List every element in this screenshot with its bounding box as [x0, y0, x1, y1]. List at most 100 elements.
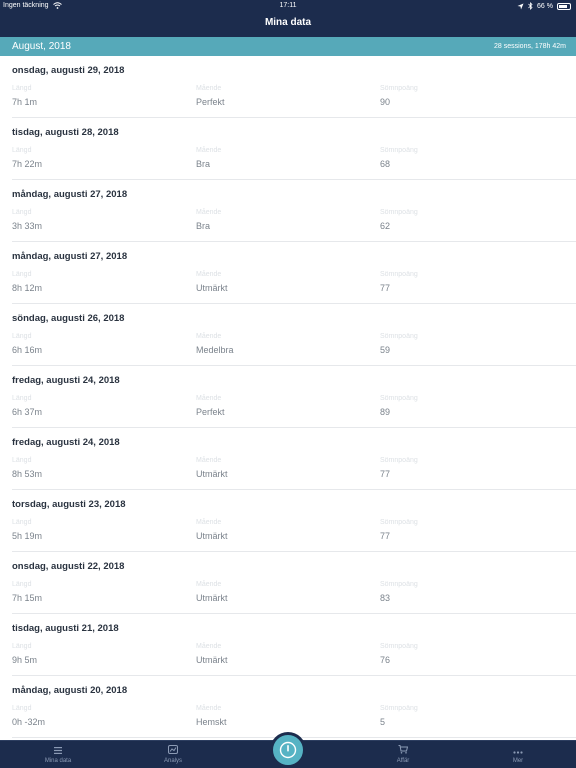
power-icon: [279, 741, 297, 759]
mood-value: Utmärkt: [196, 531, 228, 541]
cart-icon: [363, 741, 443, 755]
score-column: Sömnpoäng 90: [380, 85, 418, 107]
month-title: August, 2018: [12, 41, 71, 52]
page-title: Mina data: [264, 17, 312, 28]
score-value: 76: [380, 655, 391, 665]
session-row[interactable]: söndag, augusti 26, 2018 Längd 6h 16m Måend…: [12, 304, 576, 366]
chart-icon: [133, 741, 213, 755]
tab-label: Mina data: [44, 758, 72, 764]
session-row[interactable]: måndag, augusti 20, 2018 Längd 0h -32m Måen…: [12, 676, 576, 738]
session-row[interactable]: fredag, augusti 24, 2018 Längd 8h 53m Måend…: [12, 428, 576, 490]
mood-label: Mående: [196, 271, 222, 278]
mood-column: Mående Utmärkt: [196, 581, 228, 603]
score-label: Sömnpoäng: [380, 643, 418, 650]
mood-label: Mående: [196, 85, 222, 92]
battery-percent: 66 %: [537, 2, 553, 10]
session-row[interactable]: måndag, augusti 27, 2018 Längd 3h 33m Måend…: [12, 180, 576, 242]
tab-analysis[interactable]: Analys: [133, 741, 213, 768]
mood-value: Utmärkt: [196, 593, 228, 603]
length-label: Längd: [12, 395, 32, 402]
length-label: Längd: [12, 457, 32, 464]
status-bar: Ingen täckning 17:11 66 %: [0, 0, 576, 12]
month-header: August, 2018 28 sessions, 178h 42m: [0, 37, 576, 56]
score-value: 89: [380, 407, 391, 417]
mood-value: Bra: [196, 221, 211, 231]
mood-column: Mående Medelbra: [196, 333, 234, 355]
score-label: Sömnpoäng: [380, 85, 418, 92]
session-date: måndag, augusti 20, 2018: [12, 685, 128, 696]
score-column: Sömnpoäng 77: [380, 519, 418, 541]
score-label: Sömnpoäng: [380, 395, 418, 402]
session-list[interactable]: onsdag, augusti 29, 2018 Längd 7h 1m Mående…: [0, 56, 576, 740]
tab-more[interactable]: Mer: [478, 741, 558, 768]
mood-column: Mående Perfekt: [196, 85, 225, 107]
length-column: Längd 7h 15m: [12, 581, 42, 603]
mood-value: Bra: [196, 159, 211, 169]
length-column: Längd 8h 12m: [12, 271, 42, 293]
mood-label: Mående: [196, 147, 222, 154]
list-icon: [18, 741, 98, 755]
length-value: 5h 19m: [12, 531, 43, 541]
mood-label: Mående: [196, 209, 222, 216]
score-column: Sömnpoäng 77: [380, 457, 418, 479]
start-sleep-button[interactable]: [270, 732, 306, 768]
score-column: Sömnpoäng 68: [380, 147, 418, 169]
session-date: onsdag, augusti 22, 2018: [12, 561, 125, 572]
mood-label: Mående: [196, 457, 222, 464]
mood-label: Mående: [196, 705, 222, 712]
top-bar: Ingen täckning 17:11 66 % Mina data: [0, 0, 576, 37]
score-value: 62: [380, 221, 391, 231]
score-column: Sömnpoäng 77: [380, 271, 418, 293]
mood-value: Utmärkt: [196, 655, 228, 665]
session-row[interactable]: måndag, augusti 27, 2018 Längd 8h 12m Måend…: [12, 242, 576, 304]
mood-column: Mående Utmärkt: [196, 519, 228, 541]
length-value: 8h 12m: [12, 283, 43, 293]
mood-column: Mående Utmärkt: [196, 457, 228, 479]
mood-value: Utmärkt: [196, 283, 228, 293]
score-column: Sömnpoäng 5: [380, 705, 418, 727]
score-value: 68: [380, 159, 391, 169]
tab-label: Analys: [163, 758, 182, 764]
score-column: Sömnpoäng 89: [380, 395, 418, 417]
session-date: söndag, augusti 26, 2018: [12, 313, 125, 324]
length-column: Längd 6h 37m: [12, 395, 42, 417]
tab-my-data[interactable]: Mina data: [18, 741, 98, 768]
score-value: 77: [380, 283, 391, 293]
score-value: 77: [380, 531, 391, 541]
mood-label: Mående: [196, 519, 222, 526]
length-label: Längd: [12, 333, 32, 340]
bluetooth-icon: [528, 2, 533, 10]
session-row[interactable]: onsdag, augusti 29, 2018 Längd 7h 1m Mående…: [12, 56, 576, 118]
status-right: 66 %: [517, 2, 571, 10]
mood-column: Mående Perfekt: [196, 395, 225, 417]
score-value: 77: [380, 469, 391, 479]
session-date: onsdag, augusti 29, 2018: [12, 65, 125, 76]
score-column: Sömnpoäng 76: [380, 643, 418, 665]
length-value: 6h 37m: [12, 407, 43, 417]
session-row[interactable]: tisdag, augusti 21, 2018 Längd 9h 5m Mående…: [12, 614, 576, 676]
score-label: Sömnpoäng: [380, 705, 418, 712]
status-time: 17:11: [279, 2, 297, 9]
mood-value: Perfekt: [196, 97, 225, 107]
tab-label: Mer: [512, 758, 524, 764]
mood-column: Mående Hemskt: [196, 705, 227, 727]
mood-value: Hemskt: [196, 717, 227, 727]
length-column: Längd 6h 16m: [12, 333, 42, 355]
mood-column: Mående Utmärkt: [196, 643, 228, 665]
session-row[interactable]: onsdag, augusti 22, 2018 Längd 7h 15m Måend…: [12, 552, 576, 614]
length-value: 3h 33m: [12, 221, 43, 231]
length-column: Längd 9h 5m: [12, 643, 37, 665]
score-value: 83: [380, 593, 391, 603]
session-date: måndag, augusti 27, 2018: [12, 251, 128, 262]
session-row[interactable]: torsdag, augusti 23, 2018 Längd 5h 19m Måen…: [12, 490, 576, 552]
length-value: 9h 5m: [12, 655, 38, 665]
tab-shop[interactable]: Affär: [363, 741, 443, 768]
score-column: Sömnpoäng 83: [380, 581, 418, 603]
length-column: Längd 5h 19m: [12, 519, 42, 541]
session-row[interactable]: tisdag, augusti 28, 2018 Längd 7h 22m Måend…: [12, 118, 576, 180]
score-value: 5: [380, 717, 386, 727]
length-label: Längd: [12, 705, 32, 712]
session-row[interactable]: fredag, augusti 24, 2018 Längd 6h 37m Måend…: [12, 366, 576, 428]
length-label: Längd: [12, 581, 32, 588]
length-label: Längd: [12, 209, 32, 216]
